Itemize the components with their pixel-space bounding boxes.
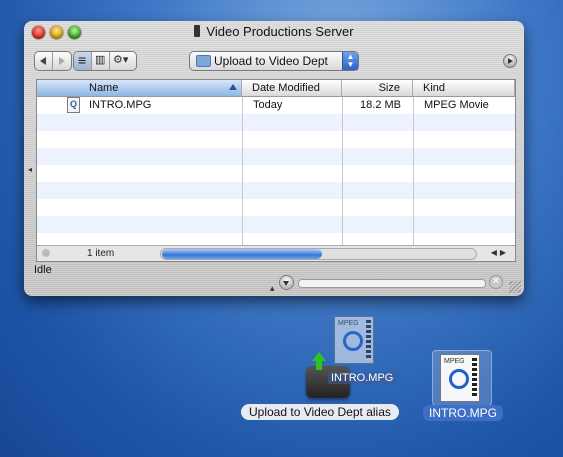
column-header-kind-label: Kind (423, 82, 446, 94)
column-header-size-label: Size (378, 82, 400, 94)
mpeg-badge: MPEG (338, 320, 359, 327)
column-header-size[interactable]: Size (342, 80, 413, 96)
popup-arrows-icon: ▲ ▼ (342, 52, 358, 70)
item-count: 1 item (87, 248, 115, 259)
file-name: INTRO.MPG (89, 99, 152, 111)
mpeg-badge: MPEG (444, 358, 465, 365)
progress-bar (298, 279, 486, 288)
window-title-text: Video Productions Server (206, 24, 354, 39)
desktop-file-icon[interactable]: MPEG (440, 354, 480, 402)
status-bar: 1 item ◀▶ (37, 245, 515, 261)
upload-arrow-icon (312, 352, 326, 372)
location-popup[interactable]: Upload to Video Dept ▲ ▼ (189, 51, 359, 71)
server-disk-icon (194, 25, 201, 37)
row-stripes (37, 97, 515, 245)
column-header-kind[interactable]: Kind (413, 80, 515, 96)
folder-icon (196, 55, 211, 67)
view-mode-control (73, 51, 137, 71)
file-kind: MPEG Movie (424, 99, 489, 111)
column-header-date[interactable]: Date Modified (242, 80, 342, 96)
progress-disclosure-button[interactable] (280, 276, 293, 289)
status-text: Idle (34, 264, 52, 276)
resize-grip[interactable] (509, 281, 521, 293)
location-popup-label: Upload to Video Dept (214, 54, 328, 68)
alias-label[interactable]: Upload to Video Dept alias (241, 404, 399, 420)
drawer-knob-icon[interactable]: ◂ (28, 165, 32, 174)
desktop-file-label[interactable]: INTRO.MPG (423, 405, 503, 421)
horizontal-scrollbar[interactable] (160, 248, 477, 260)
cancel-transfer-button[interactable]: ✕ (490, 276, 502, 288)
back-forward-control (34, 51, 72, 71)
file-date: Today (253, 99, 283, 111)
mpeg-file-icon (67, 97, 80, 113)
toolbar-toggle-button[interactable] (504, 55, 516, 67)
table-row[interactable]: INTRO.MPG Today 18.2 MB MPEG Movie (37, 97, 515, 114)
back-button[interactable] (35, 52, 53, 70)
collapse-toggle-icon[interactable]: ▴ (270, 283, 275, 294)
list-view-button[interactable] (74, 52, 92, 70)
file-list: Name Date Modified Size Kind INTRO.MPG T… (36, 79, 516, 262)
column-header-date-label: Date Modified (252, 82, 320, 94)
scroll-thumb[interactable] (162, 249, 322, 259)
action-menu-button[interactable] (110, 52, 134, 70)
progress-area: ✕ (280, 276, 510, 290)
scroll-arrows-icon[interactable]: ◀▶ (491, 248, 509, 257)
sort-ascending-icon (229, 84, 237, 90)
file-size: 18.2 MB (360, 99, 401, 111)
mpeg-file-icon: MPEG (440, 354, 480, 402)
window-title: Video Productions Server (24, 24, 524, 39)
forward-button[interactable] (53, 52, 70, 70)
title-bar[interactable]: Video Productions Server (24, 21, 524, 43)
column-header-name-label: Name (89, 82, 119, 94)
column-view-button[interactable] (92, 52, 110, 70)
dragged-file-label: INTRO.MPG (328, 372, 397, 384)
list-header: Name Date Modified Size Kind (37, 80, 515, 97)
bar-grip-icon[interactable] (42, 249, 50, 257)
finder-window: Video Productions Server Upload to Video… (24, 21, 524, 296)
column-header-name[interactable]: Name (37, 80, 242, 96)
